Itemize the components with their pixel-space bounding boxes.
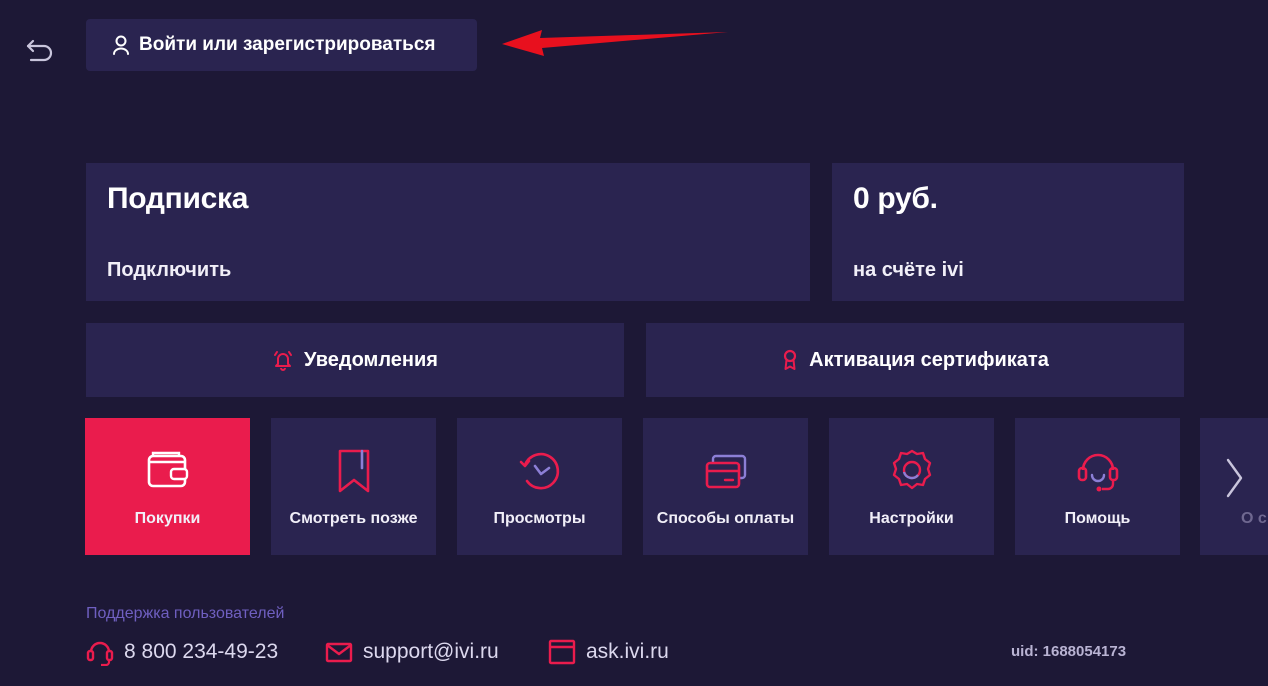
support-email: support@ivi.ru [363,640,499,663]
tile-label: О с [1241,510,1267,527]
user-icon [113,35,129,55]
login-label: Войти или зарегистрироваться [139,34,436,55]
back-arrow-icon [26,39,53,62]
support-phone: 8 800 234-49-23 [124,640,279,663]
annotation-arrow-icon [502,30,728,56]
subscription-title: Подписка [107,182,249,215]
tile-label: Помощь [1064,510,1131,527]
tile-label: Смотреть позже [289,510,418,527]
chevron-right-icon [1226,458,1243,498]
headset-icon [1077,453,1118,492]
cards-icon [705,454,746,489]
bookmark-icon [338,449,369,493]
phone-icon [86,641,114,666]
notifications-label: Уведомления [304,348,438,371]
award-icon [784,349,797,370]
user-uid: uid: 1688054173 [1011,643,1127,660]
subscription-action: Подключить [107,259,232,281]
tile-purchases[interactable]: Покупки [85,418,250,555]
mail-icon [325,642,353,663]
support-title: Поддержка пользователей [86,605,285,622]
tile-label: Настройки [869,510,954,527]
tile-label: Способы оплаты [656,510,795,527]
tile-about[interactable]: О с [1200,418,1268,555]
back-button[interactable] [22,32,58,68]
notifications-button[interactable]: Уведомления [86,323,624,397]
gear-icon [892,449,931,490]
history-icon [519,452,559,490]
tile-payment-methods[interactable]: Способы оплаты [643,418,808,555]
support-email-link[interactable]: support@ivi.ru [325,638,499,666]
tile-label: Покупки [134,510,201,527]
browser-window-icon [548,639,576,665]
bell-icon [274,351,293,371]
certificate-button[interactable]: Активация сертификата [646,323,1184,397]
certificate-label: Активация сертификата [809,348,1049,371]
tile-settings[interactable]: Настройки [829,418,994,555]
wallet-icon [147,451,188,488]
tile-help[interactable]: Помощь [1015,418,1180,555]
balance-caption: на счёте ivi [853,259,964,281]
balance-amount: 0 руб. [853,182,938,215]
tile-watch-later[interactable]: Смотреть позже [271,418,436,555]
support-phone-link[interactable]: 8 800 234-49-23 [86,638,278,666]
subscription-card[interactable]: Подписка Подключить [86,163,810,301]
support-site-link[interactable]: ask.ivi.ru [548,638,669,666]
tile-label: Просмотры [493,510,586,527]
support-site: ask.ivi.ru [586,640,669,663]
tile-history[interactable]: Просмотры [457,418,622,555]
login-button[interactable]: Войти или зарегистрироваться [86,19,477,71]
balance-card[interactable]: 0 руб. на счёте ivi [832,163,1184,301]
